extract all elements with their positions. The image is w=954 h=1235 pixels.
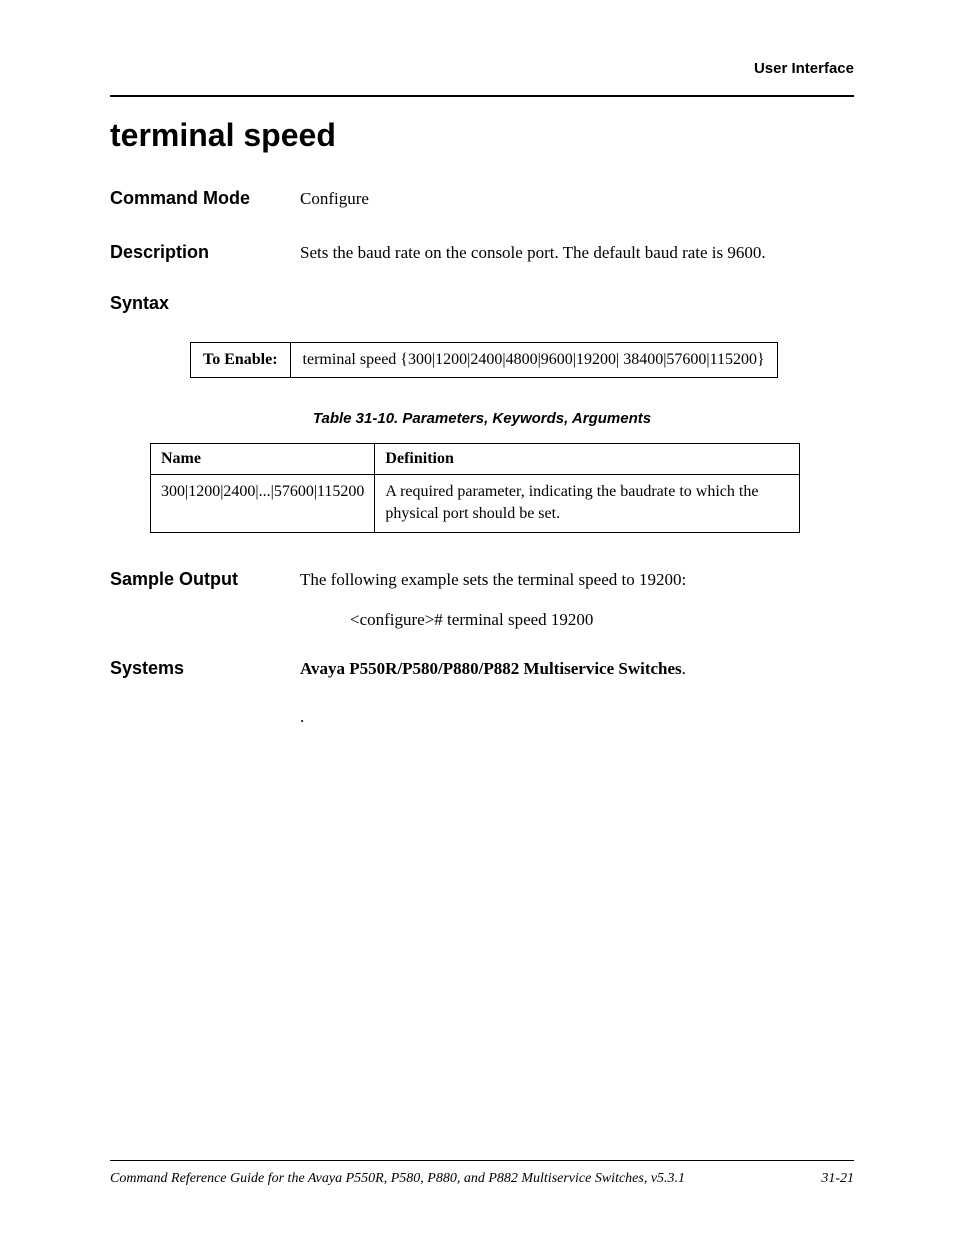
sample-output-row: Sample Output The following example sets…: [110, 567, 854, 593]
syntax-enable-label: To Enable:: [191, 343, 291, 378]
footer: Command Reference Guide for the Avaya P5…: [110, 1160, 854, 1187]
footer-page: 31-21: [821, 1171, 854, 1187]
header-section: User Interface: [110, 60, 854, 77]
command-mode-row: Command Mode Configure: [110, 186, 854, 212]
description-value: Sets the baud rate on the console port. …: [300, 240, 766, 266]
sample-output-label: Sample Output: [110, 569, 300, 590]
footer-text: Command Reference Guide for the Avaya P5…: [110, 1171, 685, 1187]
trailing-dot: .: [300, 707, 854, 727]
page-title: terminal speed: [110, 117, 854, 154]
sample-output-intro: The following example sets the terminal …: [300, 567, 686, 593]
systems-row: Systems Avaya P550R/P580/P880/P882 Multi…: [110, 658, 854, 679]
param-table-row: 300|1200|2400|...|57600|115200 A require…: [151, 475, 800, 533]
param-header-definition: Definition: [375, 444, 800, 475]
syntax-label: Syntax: [110, 293, 854, 314]
command-mode-value: Configure: [300, 186, 369, 212]
syntax-table: To Enable: terminal speed {300|1200|2400…: [190, 342, 778, 378]
param-table: Name Definition 300|1200|2400|...|57600|…: [150, 443, 800, 533]
param-table-caption: Table 31-10. Parameters, Keywords, Argum…: [110, 410, 854, 427]
param-header-name: Name: [151, 444, 375, 475]
footer-row: Command Reference Guide for the Avaya P5…: [110, 1171, 854, 1187]
param-table-header-row: Name Definition: [151, 444, 800, 475]
param-row-definition: A required parameter, indicating the bau…: [375, 475, 800, 533]
header-divider: [110, 95, 854, 97]
description-row: Description Sets the baud rate on the co…: [110, 240, 854, 266]
systems-value: Avaya P550R/P580/P880/P882 Multiservice …: [300, 659, 686, 679]
description-label: Description: [110, 242, 300, 263]
sample-output-code: <configure># terminal speed 19200: [350, 610, 854, 630]
syntax-enable-row: To Enable: terminal speed {300|1200|2400…: [191, 343, 778, 378]
param-row-name: 300|1200|2400|...|57600|115200: [151, 475, 375, 533]
footer-divider: [110, 1160, 854, 1161]
command-mode-label: Command Mode: [110, 188, 300, 209]
syntax-enable-value: terminal speed {300|1200|2400|4800|9600|…: [290, 343, 777, 378]
systems-label: Systems: [110, 658, 300, 679]
